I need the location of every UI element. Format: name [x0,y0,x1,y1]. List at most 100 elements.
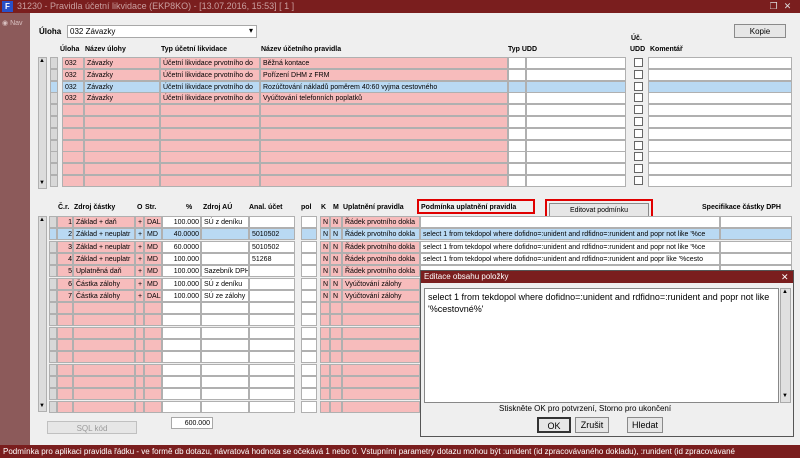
dialog-text-scrollbar[interactable]: ▲ ▼ [780,288,791,403]
cell-k[interactable]: N [320,265,330,277]
cell-spec[interactable] [720,228,792,240]
cell-uloha[interactable] [62,116,84,128]
cell-zdroj[interactable]: Uplatněná daň [73,265,135,277]
cell-cr[interactable]: 6 [57,278,73,290]
cell-m[interactable] [330,314,342,326]
cell-pct[interactable]: 60.0000 [162,241,201,253]
cell-anal[interactable]: 5010502 [249,228,295,240]
cell-uplatneni[interactable]: Řádek prvotního dokla [342,253,420,265]
cell-m[interactable] [330,327,342,339]
cell-uplatneni[interactable] [342,351,420,363]
cell-typ-udd-name[interactable] [526,151,626,163]
cell-pol[interactable] [301,327,317,339]
row-indicator[interactable] [49,327,57,339]
cell-typ-likvidace[interactable] [160,151,260,163]
cell-m[interactable] [330,364,342,376]
cell-nazev-pravidla[interactable] [260,175,508,187]
cell-nazev-pravidla[interactable] [260,104,508,116]
cell-str[interactable]: MD [144,253,162,265]
cell-zdroj-au[interactable] [201,253,249,265]
cell-komentar[interactable] [648,104,792,116]
cell-anal[interactable] [249,388,295,400]
cell-uplatneni[interactable]: Vyúčtování zálohy [342,290,420,302]
cell-o[interactable]: + [135,216,144,228]
cell-pct[interactable]: 100.000 [162,278,201,290]
cell-pct[interactable]: 100.000 [162,216,201,228]
cell-m[interactable] [330,302,342,314]
cell-zdroj-au[interactable]: SÚ z deníku [201,278,249,290]
cell-typ-udd[interactable] [508,69,526,81]
cell-pol[interactable] [301,364,317,376]
cell-typ-likvidace[interactable] [160,163,260,175]
cell-k[interactable] [320,351,330,363]
cell-str[interactable] [144,314,162,326]
row-indicator[interactable] [49,265,57,277]
cell-spec[interactable] [720,253,792,265]
uc-udd-checkbox[interactable] [634,164,643,173]
cell-k[interactable] [320,401,330,413]
cell-komentar[interactable] [648,175,792,187]
cell-typ-udd[interactable] [508,116,526,128]
uc-udd-checkbox[interactable] [634,105,643,114]
cell-pct[interactable] [162,339,201,351]
row-indicator[interactable] [49,351,57,363]
cell-typ-udd[interactable] [508,175,526,187]
row-indicator[interactable] [50,92,58,104]
cell-pol[interactable] [301,302,317,314]
cell-str[interactable] [144,327,162,339]
cell-pct[interactable] [162,302,201,314]
cell-spec[interactable] [720,241,792,253]
cell-uplatneni[interactable]: Vyúčtování zálohy [342,278,420,290]
cell-o[interactable]: + [135,290,144,302]
row-indicator[interactable] [49,302,57,314]
nav-button[interactable]: ◉ Nav [2,18,28,30]
cell-komentar[interactable] [648,57,792,69]
cell-nazev-pravidla[interactable]: Běžná kontace [260,57,508,69]
row-indicator[interactable] [49,278,57,290]
cell-komentar[interactable] [648,92,792,104]
cell-m[interactable]: N [330,265,342,277]
cell-nazev-ulohy[interactable] [84,163,160,175]
cell-str[interactable] [144,302,162,314]
cell-typ-likvidace[interactable]: Účetní likvidace prvotního do [160,92,260,104]
row-indicator[interactable] [49,241,57,253]
row-indicator[interactable] [50,163,58,175]
cell-pol[interactable] [301,339,317,351]
cell-m[interactable] [330,376,342,388]
cell-nazev-ulohy[interactable] [84,151,160,163]
cell-typ-likvidace[interactable]: Účetní likvidace prvotního do [160,69,260,81]
cell-cr[interactable] [57,388,73,400]
cell-typ-udd[interactable] [508,104,526,116]
row-indicator[interactable] [49,253,57,265]
cell-nazev-ulohy[interactable]: Závazky [84,57,160,69]
cell-nazev-ulohy[interactable]: Závazky [84,92,160,104]
cell-cr[interactable] [57,339,73,351]
cell-uplatneni[interactable] [342,364,420,376]
cell-uplatneni[interactable]: Řádek prvotního dokla [342,216,420,228]
zrusit-button[interactable]: Zrušit [575,417,609,433]
cell-str[interactable]: MD [144,241,162,253]
cell-nazev-ulohy[interactable] [84,104,160,116]
cell-nazev-pravidla[interactable] [260,151,508,163]
cell-anal[interactable] [249,290,295,302]
uc-udd-checkbox[interactable] [634,58,643,67]
cell-k[interactable]: N [320,241,330,253]
cell-uplatneni[interactable] [342,339,420,351]
cell-pct[interactable] [162,401,201,413]
cell-k[interactable]: N [320,216,330,228]
cell-typ-udd-name[interactable] [526,69,626,81]
cell-zdroj-au[interactable] [201,339,249,351]
cell-nazev-ulohy[interactable] [84,175,160,187]
kopie-button[interactable]: Kopie [734,24,786,38]
cell-anal[interactable] [249,302,295,314]
cell-zdroj[interactable] [73,314,135,326]
uc-udd-checkbox[interactable] [634,141,643,150]
cell-k[interactable] [320,376,330,388]
cell-uplatneni[interactable] [342,302,420,314]
cell-komentar[interactable] [648,116,792,128]
row-indicator[interactable] [49,376,57,388]
cell-m[interactable] [330,401,342,413]
cell-zdroj-au[interactable] [201,314,249,326]
cell-k[interactable]: N [320,290,330,302]
chevron-down-icon[interactable]: ▾ [249,26,253,35]
